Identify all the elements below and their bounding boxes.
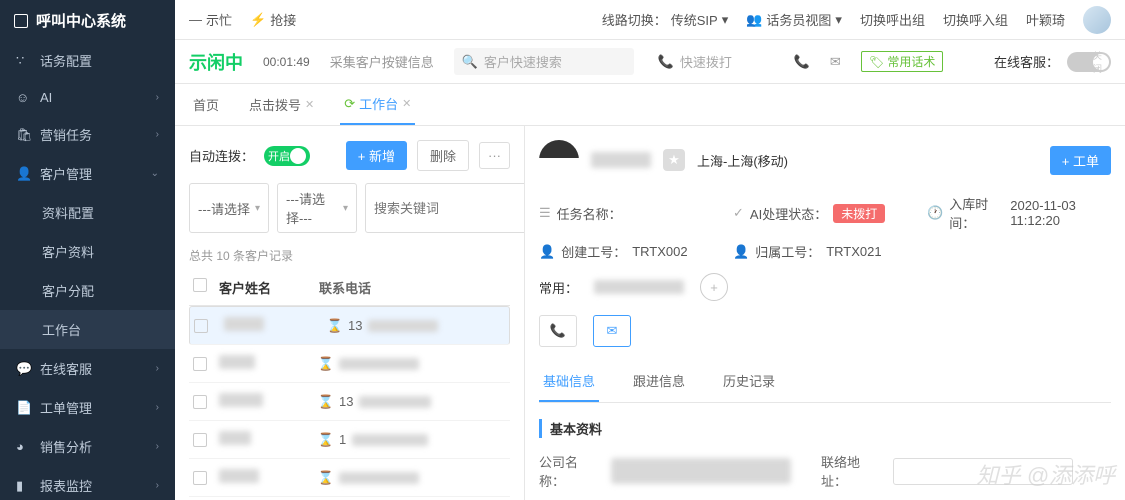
- script-button[interactable]: 🏷 常用话术: [861, 51, 944, 72]
- customer-avatar: [539, 140, 579, 180]
- submenu-workbench[interactable]: 工作台: [0, 310, 175, 349]
- menu-ai[interactable]: ☺AI›: [0, 80, 175, 115]
- tab-click-dial[interactable]: 点击拨号✕: [245, 85, 318, 124]
- table-row[interactable]: ⌛13: [189, 383, 510, 421]
- switch-in[interactable]: 切换呼入组: [943, 10, 1008, 29]
- close-icon[interactable]: ✕: [402, 97, 411, 110]
- mail-button[interactable]: ✉: [593, 315, 631, 347]
- submenu-customer-data[interactable]: 客户资料: [0, 232, 175, 271]
- table-row[interactable]: ⌛1: [189, 421, 510, 459]
- mail-icon: ✉: [607, 323, 618, 339]
- hourglass-icon: ⌛: [319, 395, 333, 409]
- user-icon: 👤: [539, 244, 555, 260]
- app-logo: 呼叫中心系统: [0, 0, 175, 41]
- hourglass-icon: ⌛: [319, 357, 333, 371]
- view-switch[interactable]: 👥 话务员视图 ▾: [746, 10, 842, 29]
- table-row[interactable]: ⌛: [189, 345, 510, 383]
- filter-select-2[interactable]: ---请选择---▾: [277, 183, 357, 233]
- call-timer: 00:01:49: [263, 55, 310, 69]
- ticket-button[interactable]: + 工单: [1050, 146, 1111, 175]
- close-icon[interactable]: ✕: [305, 98, 314, 111]
- switch-out[interactable]: 切换呼出组: [860, 10, 925, 29]
- mail-icon[interactable]: ✉: [830, 54, 841, 70]
- online-toggle[interactable]: 关闭: [1067, 52, 1111, 72]
- hourglass-icon: ⌛: [319, 471, 333, 485]
- dtab-basic[interactable]: 基础信息: [539, 361, 599, 402]
- collect-hint: 采集客户按键信息: [330, 52, 434, 71]
- dtab-follow[interactable]: 跟进信息: [629, 361, 689, 402]
- btn-busy[interactable]: — 示忙: [189, 10, 232, 29]
- table-row[interactable]: ⌛: [189, 459, 510, 497]
- menu-online-service[interactable]: 💬在线客服›: [0, 349, 175, 388]
- delete-button[interactable]: 删除: [417, 140, 469, 171]
- submenu-data-config[interactable]: 资料配置: [0, 193, 175, 232]
- menu-marketing[interactable]: 🛍营销任务›: [0, 115, 175, 154]
- watermark: 知乎 @添添呼: [977, 458, 1115, 490]
- call-button[interactable]: 📞: [539, 315, 577, 347]
- submenu-customer-assign[interactable]: 客户分配: [0, 271, 175, 310]
- hourglass-icon: ⌛: [328, 319, 342, 333]
- customer-name: [591, 152, 651, 168]
- section-title: 基本资料: [539, 419, 1111, 438]
- clock-icon: 🕐: [927, 205, 943, 221]
- table-row[interactable]: ⌛13: [189, 306, 510, 345]
- record-count: 总共 10 条客户记录: [189, 247, 510, 264]
- tab-home[interactable]: 首页: [189, 85, 223, 124]
- menu-report[interactable]: ▮报表监控›: [0, 466, 175, 500]
- more-button[interactable]: ···: [479, 142, 510, 169]
- th-name: 客户姓名: [219, 278, 319, 297]
- ai-status-badge: 未拨打: [833, 204, 885, 223]
- check-icon: ✓: [733, 205, 744, 221]
- user-name: 叶颖琦: [1026, 10, 1065, 29]
- th-phone: 联系电话: [319, 278, 506, 297]
- star-icon[interactable]: ★: [663, 149, 685, 171]
- menu-ticket[interactable]: 📄工单管理›: [0, 388, 175, 427]
- checkbox-all[interactable]: [193, 278, 207, 292]
- user-avatar[interactable]: [1083, 6, 1111, 34]
- auto-dial-label: 自动连拨：: [189, 146, 254, 165]
- menu-customer[interactable]: 👤客户管理⌄: [0, 154, 175, 193]
- phone-icon: 📞: [550, 323, 566, 339]
- add-contact-button[interactable]: +: [700, 273, 728, 301]
- dtab-history[interactable]: 历史记录: [719, 361, 779, 402]
- common-label: 常用：: [539, 278, 578, 297]
- customer-search[interactable]: 🔍 客户快速搜索: [454, 48, 634, 75]
- call-status: 示闲中: [189, 49, 243, 75]
- task-icon: ☰: [539, 205, 551, 221]
- add-button[interactable]: + 新增: [346, 141, 407, 170]
- customer-location: 上海-上海(移动): [697, 151, 788, 170]
- menu-call-config[interactable]: ∵话务配置: [0, 41, 175, 80]
- online-label: 在线客服：: [994, 52, 1059, 71]
- hourglass-icon: ⌛: [319, 433, 333, 447]
- user-icon: 👤: [733, 244, 749, 260]
- menu-sales[interactable]: ◕销售分析›: [0, 427, 175, 466]
- keyword-input[interactable]: [365, 183, 525, 233]
- company-input[interactable]: [611, 458, 791, 484]
- route-switch[interactable]: 线路切换：传统SIP ▾: [602, 10, 729, 29]
- quick-dial[interactable]: 📞 快速拨打: [654, 48, 774, 75]
- auto-dial-switch[interactable]: 开启: [264, 146, 310, 166]
- dial-icon[interactable]: 📞: [794, 54, 810, 70]
- tab-workbench[interactable]: ⟳工作台✕: [340, 84, 415, 125]
- filter-select-1[interactable]: ---请选择▾: [189, 183, 269, 233]
- app-title: 呼叫中心系统: [36, 10, 126, 31]
- btn-snatch[interactable]: ⚡ 抢接: [250, 10, 296, 29]
